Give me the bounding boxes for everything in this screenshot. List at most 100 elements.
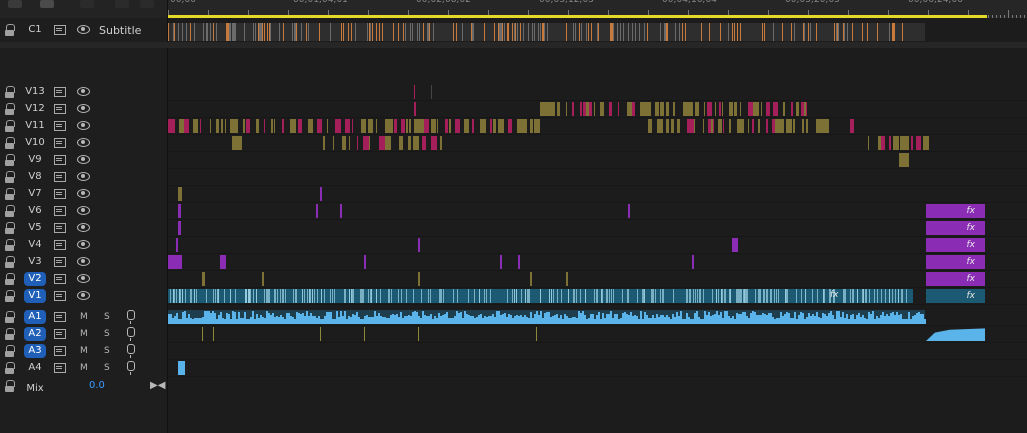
subtitle-caption[interactable] (540, 23, 541, 41)
subtitle-caption[interactable] (453, 23, 454, 41)
video-clip[interactable] (753, 102, 759, 116)
video-clip[interactable] (264, 119, 265, 133)
subtitle-caption[interactable] (709, 23, 710, 41)
clip-edit-point[interactable] (206, 289, 207, 303)
subtitle-caption[interactable] (207, 23, 208, 41)
sync-lock-icon[interactable] (54, 329, 66, 339)
fx-clip[interactable]: fx (926, 289, 985, 303)
clip-edit-point[interactable] (353, 289, 354, 303)
subtitle-caption[interactable] (235, 23, 236, 41)
track-name[interactable]: V2 (24, 272, 46, 286)
video-clip[interactable] (534, 119, 540, 133)
clip-edit-point[interactable] (906, 289, 907, 303)
subtitle-caption[interactable] (667, 23, 668, 41)
video-clip[interactable] (472, 119, 474, 133)
subtitle-caption[interactable] (528, 23, 529, 41)
video-clip[interactable] (200, 119, 201, 133)
track-name[interactable]: C1 (24, 23, 46, 37)
video-clip[interactable] (618, 102, 619, 116)
clip-edit-point[interactable] (576, 289, 577, 303)
clip-edit-point[interactable] (302, 289, 303, 303)
subtitle-caption[interactable] (216, 23, 217, 41)
video-clip[interactable] (694, 119, 695, 133)
clip-edit-point[interactable] (613, 289, 614, 303)
lock-icon[interactable] (5, 222, 15, 234)
clip-edit-point[interactable] (389, 289, 390, 303)
eye-icon[interactable] (77, 291, 90, 300)
audio-clip[interactable] (536, 327, 537, 341)
subtitle-caption[interactable] (617, 23, 618, 41)
video-clip[interactable] (308, 119, 313, 133)
clip-edit-point[interactable] (824, 289, 825, 303)
mute-button[interactable]: M (80, 327, 88, 341)
clip-edit-point[interactable] (217, 289, 218, 303)
clip-edit-point[interactable] (235, 289, 236, 303)
clip-edit-point[interactable] (479, 289, 480, 303)
clip-edit-point[interactable] (568, 289, 569, 303)
subtitle-caption[interactable] (732, 23, 733, 41)
video-clip[interactable] (246, 119, 250, 133)
eye-icon[interactable] (77, 189, 90, 198)
subtitle-caption[interactable] (261, 23, 262, 41)
subtitle-caption[interactable] (894, 23, 895, 41)
clip-edit-point[interactable] (585, 289, 586, 303)
clip-edit-point[interactable] (443, 289, 444, 303)
video-clip[interactable] (357, 136, 358, 150)
subtitle-caption[interactable] (803, 23, 804, 41)
subtitle-caption[interactable] (613, 23, 614, 41)
clip-edit-point[interactable] (484, 289, 485, 303)
clip-edit-point[interactable] (845, 289, 846, 303)
lock-icon[interactable] (5, 24, 15, 36)
mute-button[interactable]: M (80, 310, 88, 324)
video-clip[interactable] (320, 187, 322, 201)
video-clip[interactable] (729, 119, 731, 133)
subtitle-caption[interactable] (379, 23, 380, 41)
subtitle-caption[interactable] (547, 23, 548, 41)
fx-clip[interactable]: fx (926, 238, 985, 252)
clip-edit-point[interactable] (441, 289, 442, 303)
clip-edit-point[interactable] (246, 289, 247, 303)
clip-edit-point[interactable] (352, 289, 353, 303)
clip-edit-point[interactable] (817, 289, 818, 303)
video-clip[interactable] (340, 204, 342, 218)
clip-edit-point[interactable] (264, 289, 265, 303)
subtitle-caption[interactable] (264, 23, 265, 41)
video-clip[interactable] (740, 102, 741, 116)
clip-edit-point[interactable] (673, 289, 674, 303)
clip-edit-point[interactable] (256, 289, 257, 303)
clip-edit-point[interactable] (277, 289, 278, 303)
sync-lock-icon[interactable] (54, 206, 66, 216)
clip-edit-point[interactable] (540, 289, 541, 303)
clip-edit-point[interactable] (869, 289, 870, 303)
clip-edit-point[interactable] (453, 289, 454, 303)
track-name[interactable]: V9 (24, 153, 46, 167)
subtitle-caption[interactable] (889, 23, 890, 41)
subtitle-caption[interactable] (543, 23, 544, 41)
subtitle-caption[interactable] (523, 23, 524, 41)
video-clip[interactable] (327, 119, 328, 133)
video-clip[interactable] (566, 272, 568, 286)
video-clip[interactable] (589, 102, 592, 116)
clip-edit-point[interactable] (296, 289, 297, 303)
subtitle-caption[interactable] (471, 23, 472, 41)
subtitle-caption[interactable] (544, 23, 545, 41)
eye-icon[interactable] (77, 155, 90, 164)
subtitle-caption[interactable] (610, 23, 611, 41)
eye-icon[interactable] (77, 206, 90, 215)
snap-tool-icon[interactable] (8, 0, 22, 8)
lock-icon[interactable] (5, 103, 15, 115)
video-clip[interactable] (806, 119, 808, 133)
clip-edit-point[interactable] (474, 289, 475, 303)
clip-edit-point[interactable] (332, 289, 333, 303)
subtitle-caption[interactable] (501, 23, 502, 41)
video-clip[interactable] (722, 102, 723, 116)
clip-edit-point[interactable] (881, 289, 882, 303)
subtitle-caption[interactable] (515, 23, 516, 41)
subtitle-caption[interactable] (588, 23, 589, 41)
eye-icon[interactable] (77, 25, 90, 34)
subtitle-caption[interactable] (804, 23, 805, 41)
subtitle-caption[interactable] (816, 23, 817, 41)
clip-edit-point[interactable] (312, 289, 313, 303)
video-clip[interactable] (804, 102, 806, 116)
clip-edit-point[interactable] (885, 289, 886, 303)
